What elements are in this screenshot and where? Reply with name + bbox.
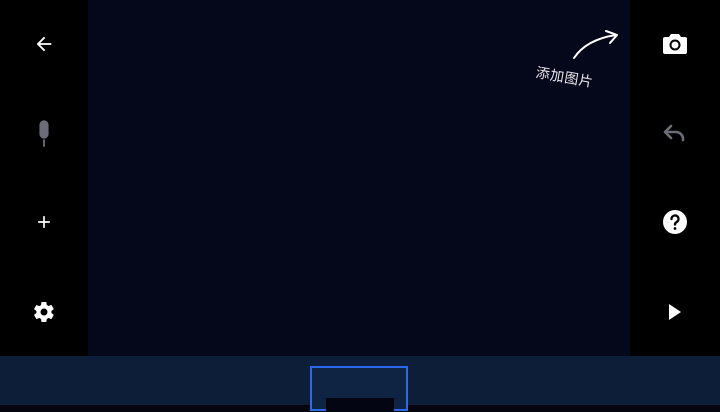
right-toolbar xyxy=(630,0,720,356)
play-icon xyxy=(669,304,681,320)
plus-icon xyxy=(38,216,50,228)
help-icon xyxy=(663,210,687,234)
play-button[interactable] xyxy=(651,288,699,336)
gear-icon xyxy=(34,301,54,323)
curved-arrow-icon xyxy=(573,30,618,59)
undo-icon xyxy=(663,124,685,142)
add-button[interactable] xyxy=(20,198,68,246)
back-button[interactable] xyxy=(20,20,68,68)
undo-button[interactable] xyxy=(651,110,699,158)
slide-thumbnail[interactable] xyxy=(310,366,408,412)
slide-strip xyxy=(0,356,720,412)
microphone-icon xyxy=(39,120,49,147)
settings-button[interactable] xyxy=(20,288,68,336)
left-toolbar xyxy=(0,0,88,356)
camera-icon xyxy=(663,34,687,54)
camera-button[interactable] xyxy=(651,20,699,68)
add-image-hint: 添加图片 xyxy=(530,28,630,98)
arrow-left-icon xyxy=(36,36,52,52)
help-button[interactable] xyxy=(651,198,699,246)
voice-button[interactable] xyxy=(20,110,68,158)
slide-thumbnail-preview xyxy=(326,398,394,412)
